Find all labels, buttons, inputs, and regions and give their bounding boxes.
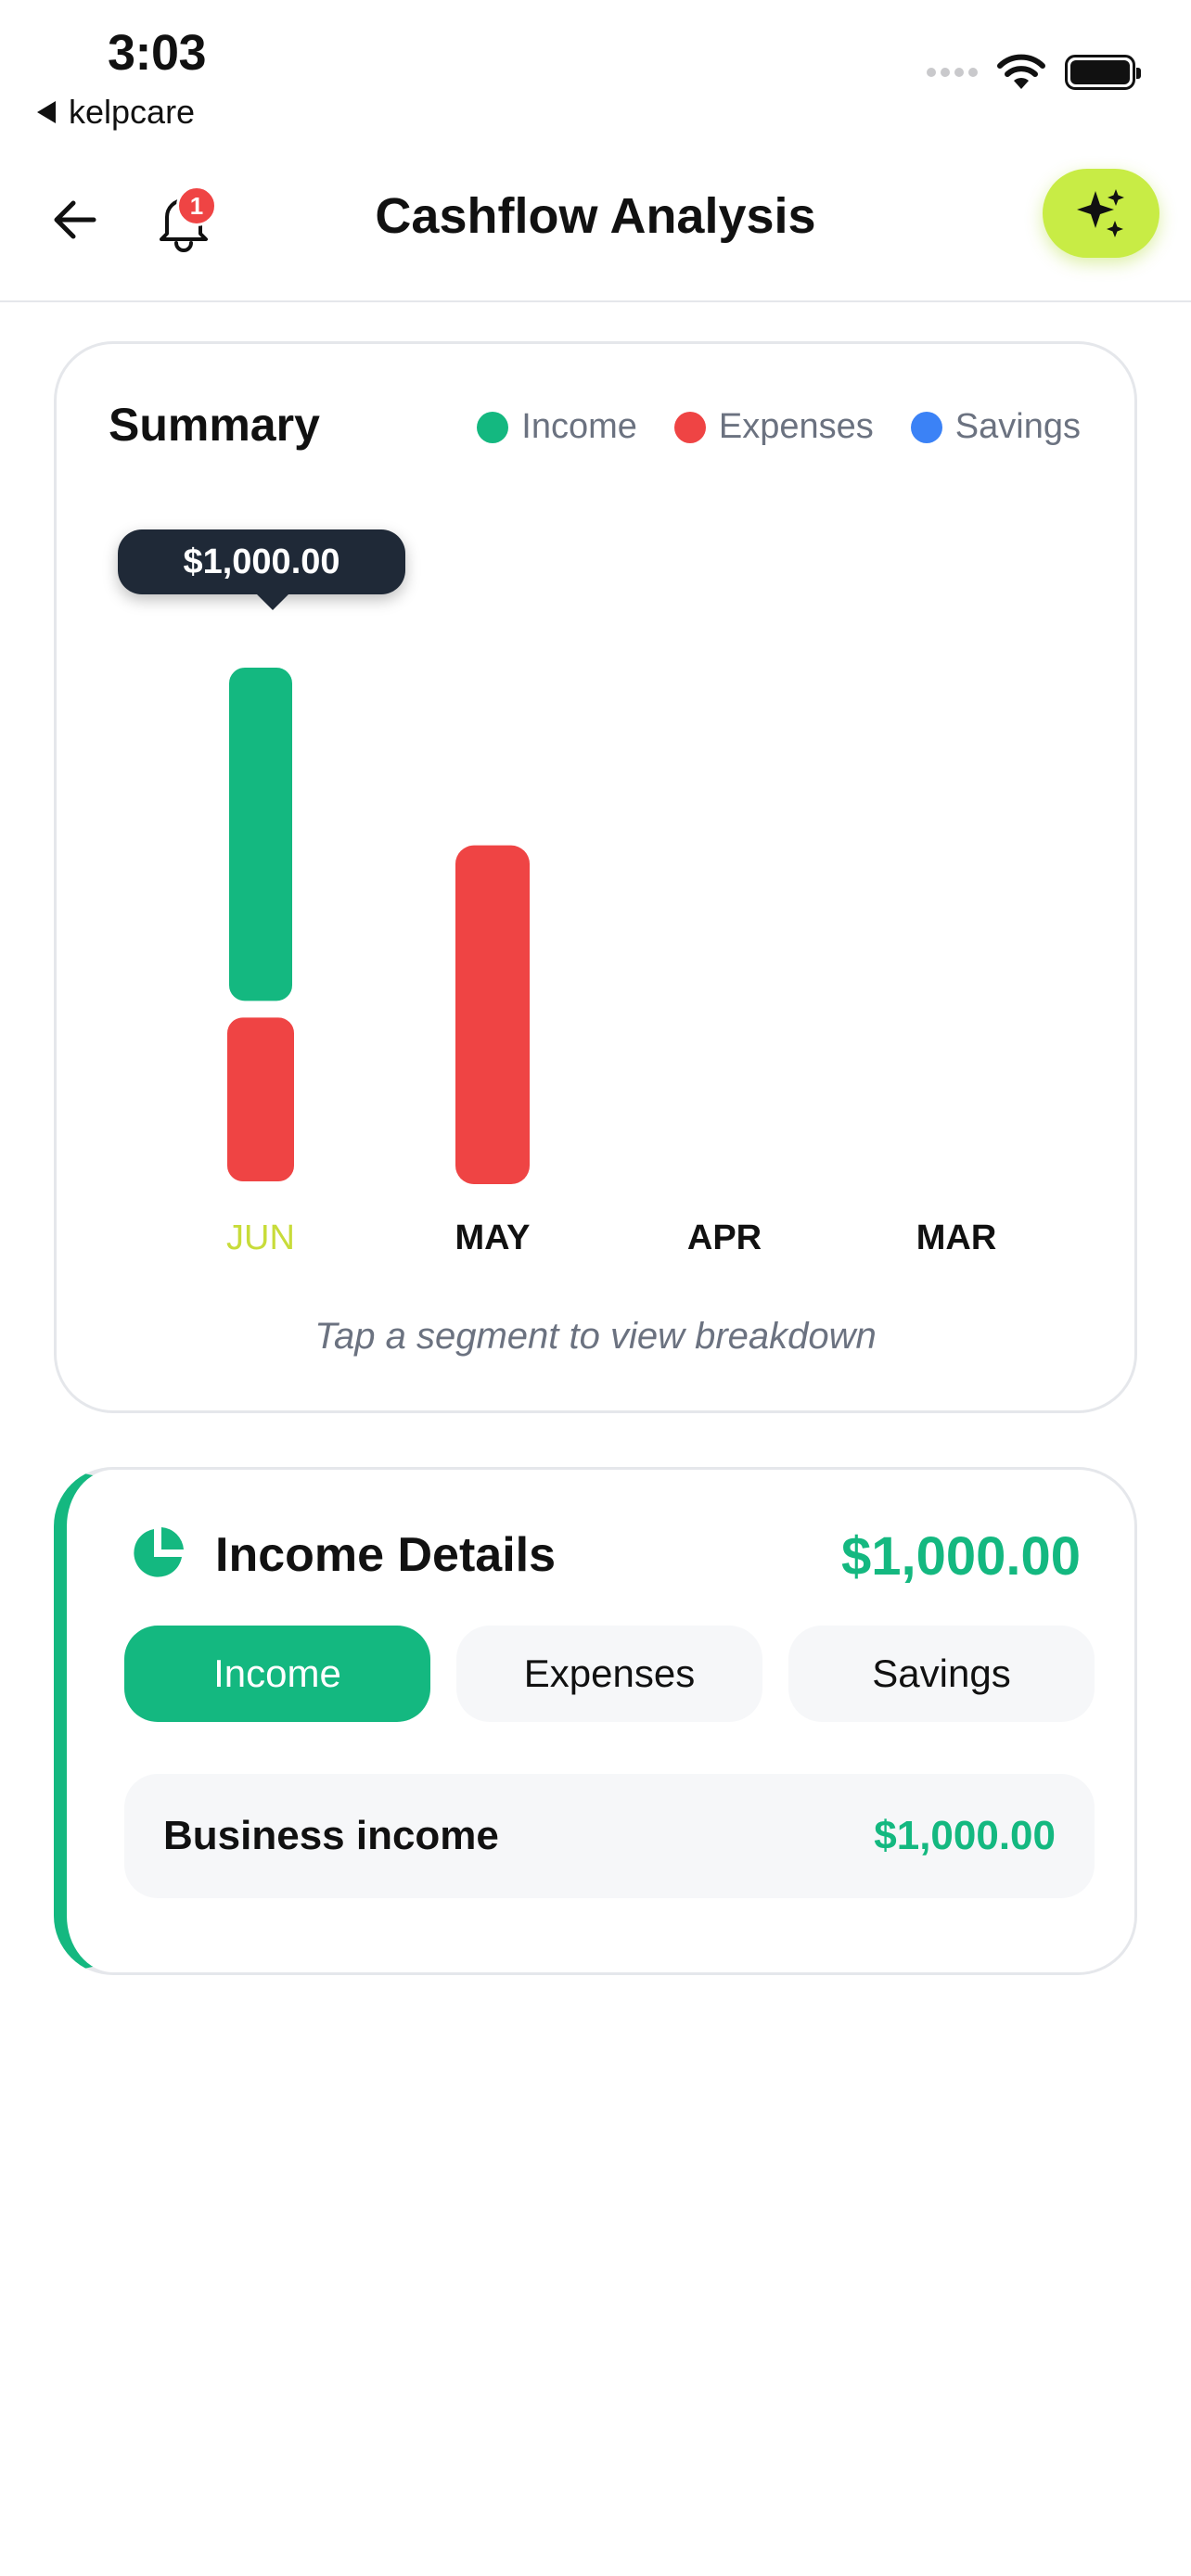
chart-hint: Tap a segment to view breakdown: [314, 1316, 877, 1357]
tab-savings[interactable]: Savings: [788, 1626, 1095, 1722]
cashflow-bar-chart: JUN MAY APR MAR: [222, 662, 997, 1257]
details-total: $1,000.00: [840, 1526, 1081, 1587]
tab-income[interactable]: Income: [124, 1626, 430, 1722]
x-tick-apr[interactable]: APR: [687, 1218, 762, 1257]
bar-jun-expenses[interactable]: [222, 1012, 300, 1187]
x-tick-mar[interactable]: MAR: [916, 1218, 997, 1257]
back-triangle-icon: [37, 101, 56, 123]
notification-badge: 1: [176, 185, 217, 226]
x-tick-may[interactable]: MAY: [455, 1218, 531, 1257]
status-back-to-app[interactable]: kelpcare: [37, 93, 195, 132]
status-time: 3:03: [108, 25, 207, 81]
detail-row-name: Business income: [163, 1813, 499, 1858]
status-indicators: [927, 54, 1141, 91]
summary-card: Summary Income Expenses Savings JUN MAY AP…: [54, 341, 1137, 1413]
bar-jun-income[interactable]: [224, 662, 298, 1007]
tab-expenses[interactable]: Expenses: [456, 1626, 762, 1722]
tooltip-arrow: [256, 593, 289, 610]
chart-tooltip: $1,000.00: [118, 529, 405, 594]
battery-icon: [1065, 55, 1141, 90]
cellular-signal-icon: [927, 68, 978, 77]
pie-chart-icon: [134, 1527, 184, 1577]
detail-row-value: $1,000.00: [874, 1813, 1056, 1858]
sparkles-icon: [1077, 189, 1124, 237]
ai-assistant-button[interactable]: [1043, 169, 1159, 258]
income-details-card: Income Details $1,000.00 Income Expenses…: [54, 1467, 1137, 1975]
app-header: Cashflow Analysis: [0, 167, 1191, 302]
list-item[interactable]: Business income $1,000.00: [124, 1774, 1095, 1898]
details-title: Income Details: [215, 1528, 557, 1582]
details-tabs: Income Expenses Savings: [124, 1626, 1095, 1722]
x-tick-jun[interactable]: JUN: [226, 1218, 295, 1257]
bar-may-expenses[interactable]: [455, 845, 530, 1184]
wifi-icon: [997, 54, 1045, 89]
status-back-app-label: kelpcare: [69, 93, 196, 131]
